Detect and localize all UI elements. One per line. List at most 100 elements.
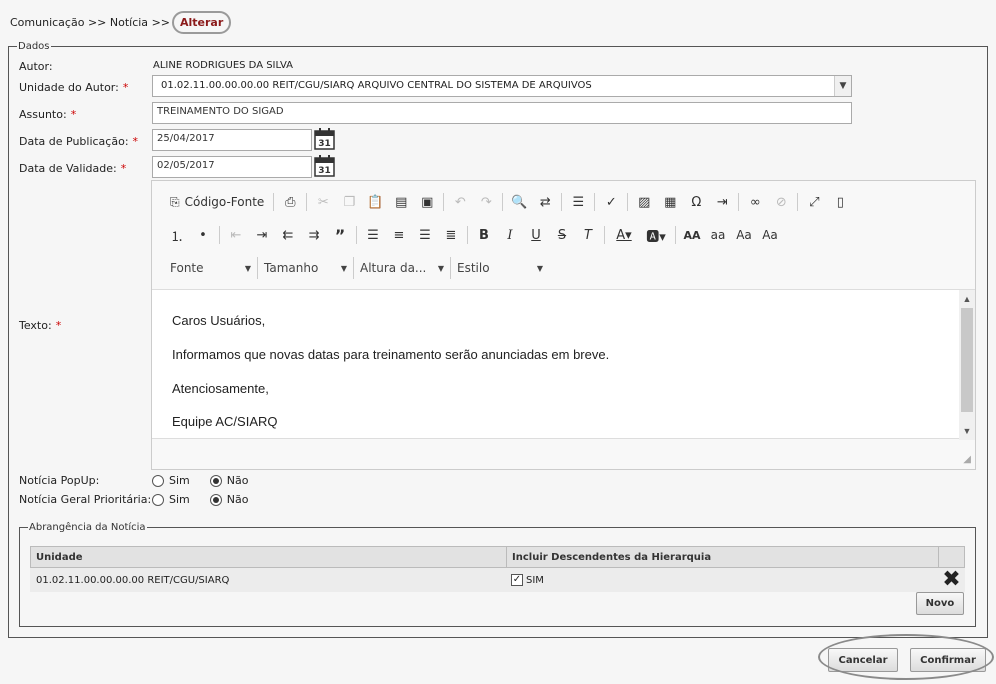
undo-icon[interactable]: ↶: [447, 191, 473, 213]
size-combo[interactable]: Tamanho ▼: [258, 257, 354, 279]
unidade-select[interactable]: 01.02.11.00.00.00.00 REIT/CGU/SIARQ ARQU…: [152, 75, 852, 97]
decrease-indent-icon[interactable]: ⇇: [275, 224, 301, 246]
copy-icon[interactable]: ❐: [336, 191, 362, 213]
delete-icon[interactable]: ✖: [938, 568, 965, 592]
column-header-actions: [939, 547, 964, 567]
rich-text-editor: ⎘ Código-Fonte ⎙ ✂ ❐ 📋 ▤ ▣ ↶ ↷ 🔍 ⇄ ☰ ✓ ▨ …: [151, 180, 976, 470]
replace-icon[interactable]: ⇄: [532, 191, 558, 213]
paste-word-icon[interactable]: ▣: [414, 191, 440, 213]
scroll-down-icon[interactable]: ▼: [959, 424, 975, 438]
text-color-icon[interactable]: A▾: [608, 224, 640, 246]
toolbar-row-1: ⎘ Código-Fonte ⎙ ✂ ❐ 📋 ▤ ▣ ↶ ↷ 🔍 ⇄ ☰ ✓ ▨ …: [164, 190, 853, 214]
breadcrumb-separator: >>: [87, 16, 107, 29]
chevron-down-icon: ▼: [244, 263, 251, 273]
cell-descendentes: ✓ SIM: [506, 574, 938, 586]
align-center-icon[interactable]: ≡: [386, 224, 412, 246]
align-justify-icon[interactable]: ≣: [438, 224, 464, 246]
strikethrough-icon[interactable]: S: [549, 224, 575, 246]
popup-radio-group: Sim Não: [152, 474, 248, 487]
transform-case-icon[interactable]: Aa: [757, 224, 783, 246]
column-header-unidade[interactable]: Unidade: [31, 547, 507, 567]
data-validade-input[interactable]: 02/05/2017: [152, 156, 312, 178]
chevron-down-icon: ▼: [437, 263, 444, 273]
calendar-icon[interactable]: 31: [314, 128, 335, 150]
redo-icon[interactable]: ↷: [473, 191, 499, 213]
line-height-combo[interactable]: Altura da... ▼: [354, 257, 451, 279]
data-validade-label: Data de Validade: *: [19, 162, 127, 175]
align-left-icon[interactable]: ☰: [360, 224, 386, 246]
highlight-ring: [818, 634, 994, 680]
editor-content[interactable]: Caros Usuários, Informamos que novas dat…: [152, 289, 975, 440]
paste-text-icon[interactable]: ▤: [388, 191, 414, 213]
popup-nao-radio[interactable]: [209, 474, 222, 487]
scroll-up-icon[interactable]: ▲: [959, 292, 975, 306]
editor-line: Informamos que novas datas para treiname…: [172, 347, 610, 362]
find-icon[interactable]: 🔍: [506, 191, 532, 213]
style-combo[interactable]: Estilo ▼: [451, 257, 549, 279]
capitalize-icon[interactable]: Aa: [731, 224, 757, 246]
prioritaria-nao-radio[interactable]: [209, 493, 222, 506]
editor-scrollbar[interactable]: ▲ ▼: [959, 290, 975, 440]
blockquote-icon[interactable]: ”: [327, 224, 353, 246]
breadcrumb-separator: >>: [151, 16, 170, 29]
bulleted-list-icon[interactable]: •: [190, 224, 216, 246]
underline-icon[interactable]: U: [523, 224, 549, 246]
print-icon[interactable]: ⎙: [277, 191, 303, 213]
select-all-icon[interactable]: ☰: [565, 191, 591, 213]
italic-icon[interactable]: I: [497, 224, 523, 246]
background-color-icon[interactable]: 🅰▾: [640, 224, 672, 246]
uppercase-icon[interactable]: AA: [679, 224, 705, 246]
page-break-icon[interactable]: ⇥: [709, 191, 735, 213]
calendar-icon[interactable]: 31: [314, 155, 335, 177]
unidade-label: Unidade do Autor: *: [19, 81, 129, 94]
table-icon[interactable]: ▦: [657, 191, 683, 213]
popup-sim-radio[interactable]: [152, 474, 164, 487]
novo-button[interactable]: Novo: [916, 592, 964, 615]
unidade-selected-value: 01.02.11.00.00.00.00 REIT/CGU/SIARQ ARQU…: [161, 80, 592, 91]
font-combo[interactable]: Fonte ▼: [164, 257, 258, 279]
breadcrumb-section[interactable]: Notícia: [110, 16, 148, 29]
spellcheck-icon[interactable]: ✓: [598, 191, 624, 213]
unlink-icon[interactable]: ⊘: [768, 191, 794, 213]
lowercase-icon[interactable]: aa: [705, 224, 731, 246]
prioritaria-radio-group: Sim Não: [152, 493, 248, 506]
link-icon[interactable]: ∞: [742, 191, 768, 213]
outdent-icon[interactable]: ⇤: [223, 224, 249, 246]
show-blocks-icon[interactable]: ▯: [827, 191, 853, 213]
prioritaria-sim-label: Sim: [169, 493, 190, 506]
popup-sim-label: Sim: [169, 474, 190, 487]
editor-line: Caros Usuários,: [172, 313, 266, 328]
image-icon[interactable]: ▨: [631, 191, 657, 213]
source-button[interactable]: ⎘ Código-Fonte: [164, 191, 270, 213]
assunto-input[interactable]: TREINAMENTO DO SIGAD: [152, 102, 852, 124]
descendentes-checkbox[interactable]: ✓: [511, 574, 523, 586]
align-right-icon[interactable]: ☰: [412, 224, 438, 246]
resize-grip-icon[interactable]: ◢: [963, 454, 971, 465]
source-icon: ⎘: [170, 194, 180, 209]
editor-line: Atenciosamente,: [172, 381, 269, 396]
source-label: Código-Fonte: [184, 195, 265, 209]
numbered-list-icon[interactable]: ⒈: [164, 224, 190, 246]
dados-legend: Dados: [18, 41, 50, 52]
special-char-icon[interactable]: Ω: [683, 191, 709, 213]
column-header-descendentes[interactable]: Incluir Descendentes da Hierarquia: [507, 547, 939, 567]
cut-icon[interactable]: ✂: [310, 191, 336, 213]
breadcrumb-root[interactable]: Comunicação: [10, 16, 84, 29]
abrangencia-legend: Abrangência da Notícia: [29, 522, 146, 533]
remove-format-icon[interactable]: T: [575, 224, 601, 246]
prioritaria-nao-label: Não: [226, 493, 249, 506]
indent-icon[interactable]: ⇥: [249, 224, 275, 246]
descendentes-value: SIM: [526, 574, 544, 586]
editor-line: Equipe AC/SIARQ: [172, 414, 278, 429]
data-publicacao-input[interactable]: 25/04/2017: [152, 129, 312, 151]
maximize-icon[interactable]: ⤢: [801, 191, 827, 213]
prioritaria-sim-radio[interactable]: [152, 493, 164, 506]
popup-label: Notícia PopUp:: [19, 474, 100, 487]
chevron-down-icon[interactable]: ▼: [834, 76, 851, 96]
toolbar-row-3: Fonte ▼ Tamanho ▼ Altura da... ▼ Estilo ▼: [164, 256, 549, 280]
scrollbar-thumb[interactable]: [961, 308, 973, 412]
increase-indent-icon[interactable]: ⇉: [301, 224, 327, 246]
paste-icon[interactable]: 📋: [362, 191, 388, 213]
breadcrumb-current: Alterar: [172, 11, 232, 34]
bold-icon[interactable]: B: [471, 224, 497, 246]
